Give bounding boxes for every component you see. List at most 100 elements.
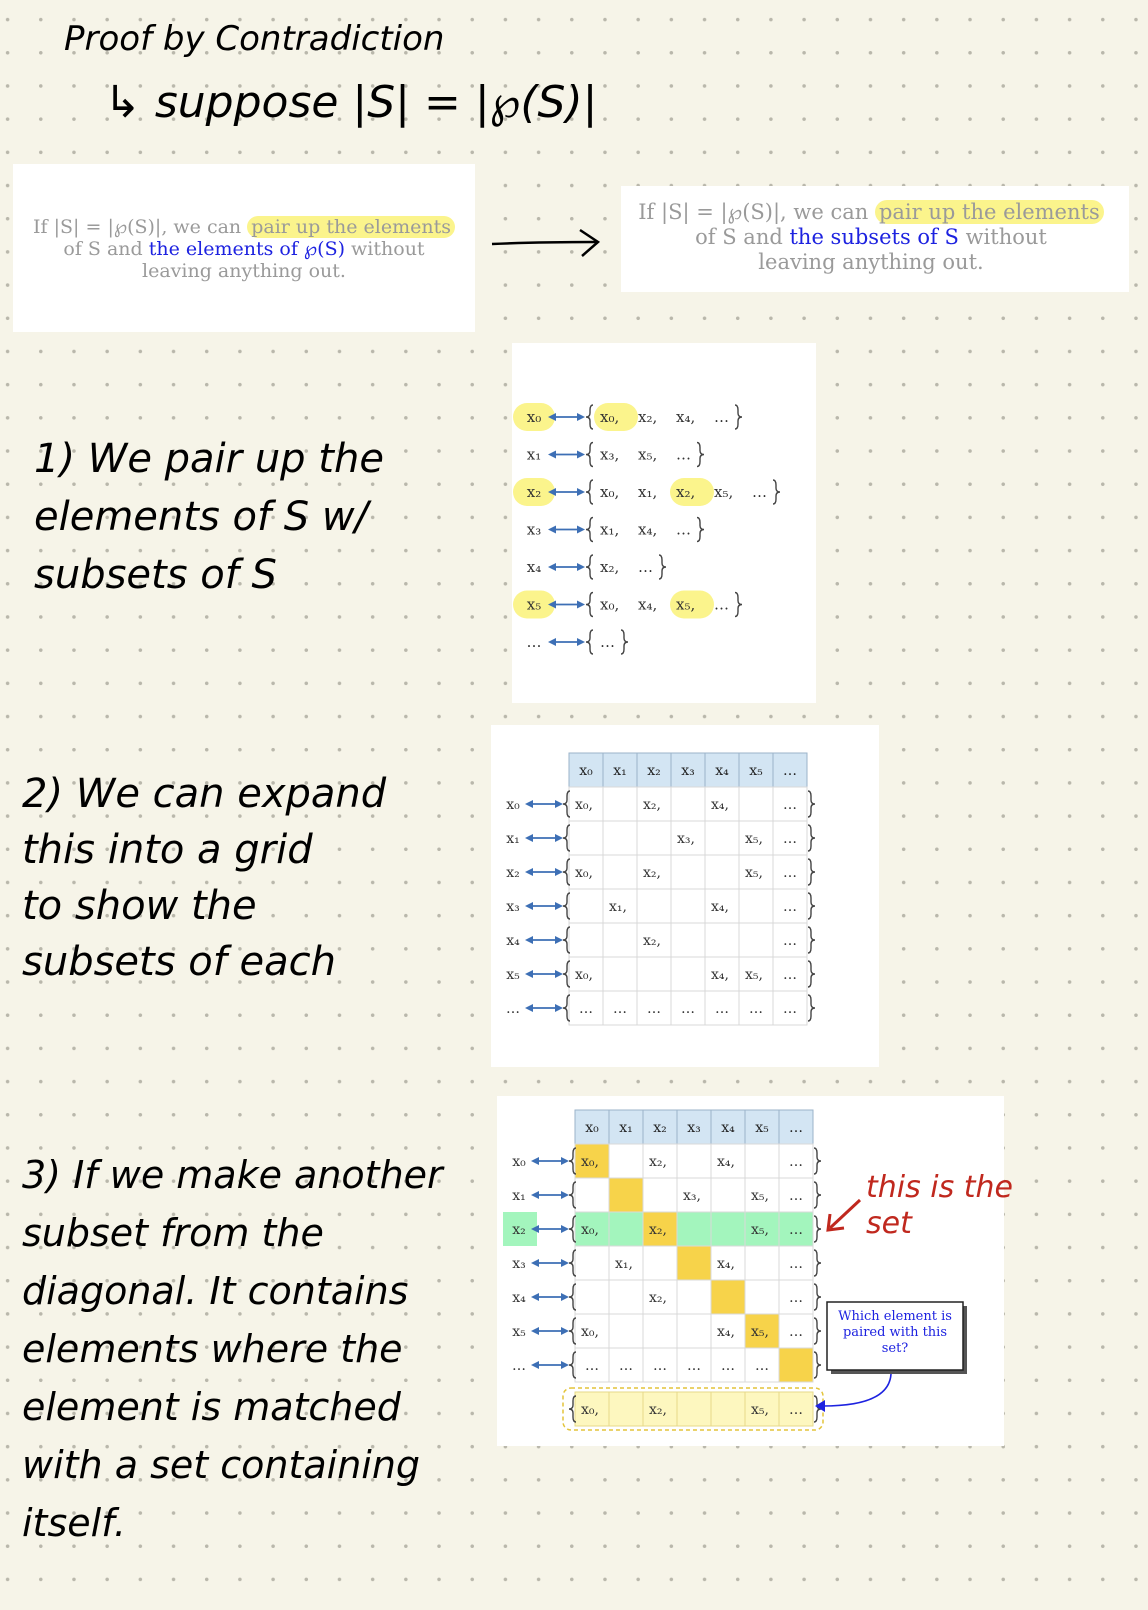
grid-cell-value: … bbox=[715, 1001, 729, 1017]
pairing-label: x₃ bbox=[527, 521, 541, 539]
grid-cell bbox=[574, 1177, 610, 1213]
pairing-label: x₂ bbox=[527, 483, 541, 501]
grid-row-arrow-head-right bbox=[555, 902, 563, 910]
grid-row-arrow-head-right bbox=[555, 970, 563, 978]
grid-row-arrow-head-left bbox=[525, 1004, 533, 1012]
grid-cell-value: … bbox=[783, 933, 797, 949]
grid-cell bbox=[738, 922, 774, 958]
grid-cell-value: … bbox=[789, 1222, 803, 1238]
grid-brace-close bbox=[813, 1249, 822, 1277]
callout-arrow bbox=[822, 1373, 892, 1407]
pairing-brace-open bbox=[585, 554, 594, 580]
grid-row-arrow-head-right bbox=[561, 1361, 569, 1369]
quote-before-emphasis: the elements of ℘(S) bbox=[148, 238, 345, 260]
grid-cell bbox=[608, 1313, 644, 1349]
pairing-item: x₀, bbox=[600, 483, 619, 501]
pairing-arrow-head-right bbox=[577, 450, 585, 459]
grid-row-arrow-head-right bbox=[555, 800, 563, 808]
new-set-value: x₀, bbox=[581, 1402, 599, 1418]
grid-header-label: x₀ bbox=[579, 763, 593, 779]
grid-row-arrow-head-left bbox=[531, 1157, 539, 1165]
grid-cell bbox=[738, 888, 774, 924]
new-set-brace-close bbox=[813, 1395, 822, 1423]
grid-header-label: x₃ bbox=[687, 1120, 701, 1136]
pairing-brace-close bbox=[620, 629, 629, 655]
grid-row-label: x₄ bbox=[512, 1290, 526, 1306]
grid-row-label: x₁ bbox=[512, 1188, 526, 1204]
pairing-brace-open bbox=[585, 629, 594, 655]
grid-cell-value: … bbox=[619, 1358, 633, 1374]
grid-header-label: x₄ bbox=[721, 1120, 735, 1136]
grid-cell-value: x₅, bbox=[745, 831, 763, 847]
pairing-arrow-head-left bbox=[548, 563, 556, 571]
quote-before-l3: leaving anything out. bbox=[142, 260, 346, 282]
grid-brace-close bbox=[813, 1181, 822, 1209]
grid-row-arrow-head-right bbox=[561, 1327, 569, 1335]
quote-before-text: If |S| = |℘(S)|, we can pair up the elem… bbox=[13, 216, 475, 282]
quote-after-l3: leaving anything out. bbox=[758, 250, 984, 274]
pairing-brace-open bbox=[585, 479, 594, 505]
grid-cell-value: … bbox=[687, 1358, 701, 1374]
grid-header-label: x₃ bbox=[681, 763, 695, 779]
grid-brace-close bbox=[807, 994, 816, 1022]
pairing-item: … bbox=[752, 483, 767, 501]
grid-row-label: x₅ bbox=[506, 967, 520, 983]
pairing-brace-open bbox=[585, 404, 594, 430]
pairing-item: x₁, bbox=[600, 521, 619, 539]
pairing-item: x₀, bbox=[600, 408, 619, 426]
grid-brace-close bbox=[807, 824, 816, 852]
diagonal-cell bbox=[677, 1246, 711, 1280]
grid-row-label: x₄ bbox=[506, 933, 520, 949]
grid-brace-close bbox=[807, 790, 816, 818]
grid-cell bbox=[608, 1279, 644, 1315]
new-set-cell bbox=[710, 1391, 746, 1427]
grid-row-arrow-head-left bbox=[525, 936, 533, 944]
grid-cell-value: … bbox=[783, 831, 797, 847]
quote-after-l1a: If |S| = |℘(S)|, we can bbox=[638, 200, 869, 224]
grid-row-arrow-head-right bbox=[555, 868, 563, 876]
grid-cell-value: x₀, bbox=[575, 967, 593, 983]
pairing-arrow-head-left bbox=[548, 638, 556, 646]
grid-cell bbox=[574, 1245, 610, 1281]
grid-row-arrow-head-left bbox=[525, 970, 533, 978]
pairing-item: x₅, bbox=[676, 596, 695, 614]
grid-header-label: … bbox=[783, 763, 797, 779]
grid-cell bbox=[670, 922, 706, 958]
step-1-note: 1) We pair up the elements of S w/ subse… bbox=[34, 436, 384, 598]
grid-cell-value: x₃, bbox=[683, 1188, 701, 1204]
grid-cell bbox=[602, 786, 638, 822]
pairing-brace-open bbox=[585, 441, 594, 468]
grid-cell bbox=[710, 1177, 746, 1213]
grid-row-arrow-head-left bbox=[531, 1327, 539, 1335]
grid-cell-value: x₁, bbox=[615, 1256, 633, 1272]
grid-cell bbox=[670, 786, 706, 822]
grid-cell-value: … bbox=[721, 1358, 735, 1374]
grid-brace-close bbox=[807, 858, 816, 886]
grid-row-arrow-head-left bbox=[525, 834, 533, 842]
quote-before-l1a: If |S| = |℘(S)|, we can bbox=[33, 216, 242, 238]
callout-text: Which element is bbox=[838, 1309, 952, 1324]
grid-cell-value: … bbox=[783, 1001, 797, 1017]
grid-cell-value: x₄, bbox=[717, 1256, 735, 1272]
pairing-brace-close bbox=[696, 441, 705, 468]
grid-cell-value: … bbox=[789, 1154, 803, 1170]
callout-text: set? bbox=[882, 1341, 909, 1356]
grid-cell bbox=[738, 786, 774, 822]
grid-cell bbox=[676, 1279, 712, 1315]
grid-cell-value: x₅, bbox=[751, 1222, 769, 1238]
grid-cell bbox=[636, 820, 672, 856]
pairing-arrow-head-right bbox=[577, 488, 585, 496]
grid-cell-value: … bbox=[783, 865, 797, 881]
grid-header-label: x₀ bbox=[585, 1120, 599, 1136]
grid-cell-value: x₅, bbox=[745, 967, 763, 983]
grid-diagram: x₀ x₁ x₂ x₃ x₄ x₅ … x₀, x₂, x₄, … x₀ x₃, x₅, … x₁ x₀, x₂,… bbox=[506, 752, 816, 1026]
grid-row-arrow-head-right bbox=[555, 936, 563, 944]
grid-cell bbox=[642, 1313, 678, 1349]
pairing-item: … bbox=[638, 558, 653, 576]
grid-cell bbox=[568, 888, 604, 924]
grid-cell bbox=[704, 820, 740, 856]
grid-cell-value: … bbox=[789, 1324, 803, 1340]
pairing-item: … bbox=[714, 408, 729, 426]
new-set-value: … bbox=[789, 1402, 803, 1418]
annotation-text: this is the set bbox=[866, 1170, 1014, 1241]
